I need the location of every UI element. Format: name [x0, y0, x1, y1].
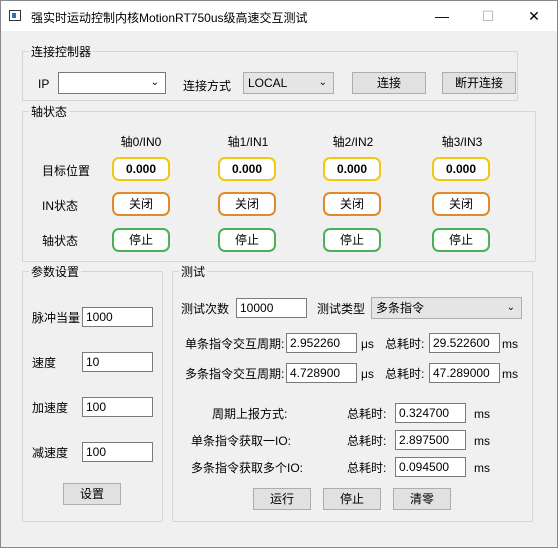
report-mode-label: 周期上报方式:	[212, 407, 288, 421]
connect-button[interactable]: 连接	[352, 72, 426, 94]
multi-cycle-unit: μs	[361, 367, 374, 381]
report-total-label: 总耗时:	[347, 407, 387, 421]
run-button[interactable]: 运行	[253, 488, 311, 510]
single-io-label: 单条指令获取一IO:	[191, 434, 292, 448]
axis-status-legend: 轴状态	[31, 105, 68, 119]
multi-total-label: 总耗时:	[385, 367, 425, 381]
in-state-label: IN状态	[42, 199, 79, 213]
axis-0-axis-state: 停止	[112, 228, 170, 252]
axis-0-target: 0.000	[112, 157, 170, 181]
axis-2-target: 0.000	[323, 157, 381, 181]
test-type-value: 多条指令	[376, 301, 425, 315]
disconnect-button[interactable]: 断开连接	[442, 72, 516, 94]
clear-button[interactable]: 清零	[393, 488, 451, 510]
window-title: 强实时运动控制内核MotionRT750us级高速交互测试	[31, 11, 308, 25]
pulse-equivalent-input[interactable]: 1000	[82, 307, 153, 327]
multi-total-value[interactable]: 47.289000	[429, 363, 500, 383]
test-legend: 测试	[181, 265, 206, 279]
axis-3-in-state: 关闭	[432, 192, 490, 216]
multi-cycle-label: 多条指令交互周期:	[185, 367, 285, 381]
connect-method-select[interactable]: LOCAL ⌄	[243, 72, 334, 94]
report-total-unit: ms	[474, 407, 490, 421]
single-io-total-unit: ms	[474, 434, 490, 448]
single-cycle-label: 单条指令交互周期:	[185, 337, 285, 351]
accel-label: 加速度	[32, 401, 69, 415]
minimize-icon[interactable]: —	[419, 1, 465, 31]
title-bar: 强实时运动控制内核MotionRT750us级高速交互测试 — ☐ ✕	[1, 1, 557, 31]
pulse-equivalent-label: 脉冲当量	[32, 311, 81, 325]
target-position-label: 目标位置	[42, 164, 91, 178]
connection-legend: 连接控制器	[31, 45, 92, 59]
axis-0-header: 轴0/IN0	[120, 135, 162, 149]
single-total-unit: ms	[502, 337, 518, 351]
set-button[interactable]: 设置	[63, 483, 121, 505]
close-icon[interactable]: ✕	[511, 1, 557, 31]
maximize-icon[interactable]: ☐	[465, 1, 511, 31]
axis-state-label: 轴状态	[42, 234, 79, 248]
single-total-value[interactable]: 29.522600	[429, 333, 500, 353]
stop-button[interactable]: 停止	[323, 488, 381, 510]
app-icon	[9, 10, 21, 21]
multi-cycle-value[interactable]: 4.728900	[286, 363, 357, 383]
multi-io-total-label: 总耗时:	[347, 461, 387, 475]
decel-label: 减速度	[32, 446, 69, 460]
chevron-down-icon: ⌄	[318, 77, 327, 88]
axis-3-target: 0.000	[432, 157, 490, 181]
axis-1-header: 轴1/IN1	[227, 135, 269, 149]
axis-2-header: 轴2/IN2	[332, 135, 374, 149]
chevron-down-icon: ⌄	[506, 302, 515, 313]
single-io-total-value[interactable]: 2.897500	[395, 430, 466, 450]
connect-method-label: 连接方式	[183, 79, 232, 93]
axis-0-in-state: 关闭	[112, 192, 170, 216]
test-type-label: 测试类型	[317, 302, 366, 316]
axis-3-axis-state: 停止	[432, 228, 490, 252]
axis-1-target: 0.000	[218, 157, 276, 181]
chevron-down-icon: ⌄	[150, 77, 159, 88]
decel-input[interactable]: 100	[82, 442, 153, 462]
test-count-label: 测试次数	[181, 302, 230, 316]
connect-method-value: LOCAL	[248, 76, 288, 90]
report-total-value[interactable]: 0.324700	[395, 403, 466, 423]
test-count-input[interactable]: 10000	[236, 298, 307, 318]
accel-input[interactable]: 100	[82, 397, 153, 417]
params-legend: 参数设置	[31, 265, 80, 279]
multi-io-label: 多条指令获取多个IO:	[191, 461, 304, 475]
main-window: 强实时运动控制内核MotionRT750us级高速交互测试 — ☐ ✕ 连接控制…	[0, 0, 558, 548]
single-io-total-label: 总耗时:	[347, 434, 387, 448]
test-type-select[interactable]: 多条指令 ⌄	[371, 297, 522, 319]
ip-label: IP	[38, 77, 50, 91]
axis-2-in-state: 关闭	[323, 192, 381, 216]
single-total-label: 总耗时:	[385, 337, 425, 351]
ip-combo[interactable]: ⌄	[58, 72, 166, 94]
single-cycle-value[interactable]: 2.952260	[286, 333, 357, 353]
speed-label: 速度	[32, 356, 57, 370]
single-cycle-unit: μs	[361, 337, 374, 351]
axis-1-axis-state: 停止	[218, 228, 276, 252]
multi-io-total-unit: ms	[474, 461, 490, 475]
axis-1-in-state: 关闭	[218, 192, 276, 216]
axis-3-header: 轴3/IN3	[441, 135, 483, 149]
axis-2-axis-state: 停止	[323, 228, 381, 252]
multi-io-total-value[interactable]: 0.094500	[395, 457, 466, 477]
speed-input[interactable]: 10	[82, 352, 153, 372]
multi-total-unit: ms	[502, 367, 518, 381]
